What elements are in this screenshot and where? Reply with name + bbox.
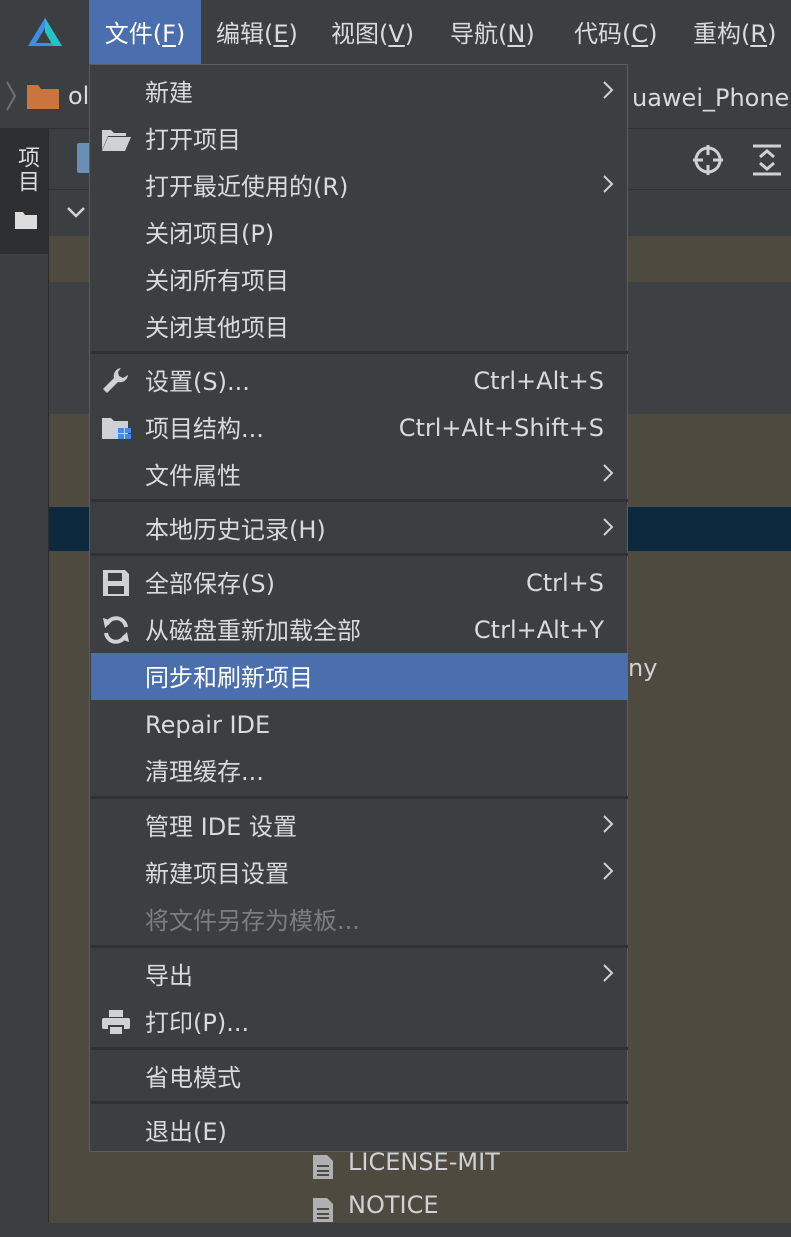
menu-item-settings[interactable]: 设置(S)... Ctrl+Alt+S xyxy=(91,357,628,404)
reload-icon xyxy=(103,616,129,644)
breadcrumb-chevron-icon xyxy=(4,78,18,114)
menu-item-close-other-projects[interactable]: 关闭其他项目 xyxy=(91,303,628,350)
device-selector-text[interactable]: uawei_Phone xyxy=(632,80,789,116)
submenu-arrow-icon xyxy=(603,964,614,982)
folder-icon xyxy=(26,82,60,110)
menu-item-save-as-template: 将文件另存为模板... xyxy=(145,907,360,935)
menu-separator xyxy=(91,499,628,502)
menu-separator xyxy=(91,796,628,799)
menu-item-close-all-projects[interactable]: 关闭所有项目 xyxy=(91,256,628,303)
app-logo-icon[interactable] xyxy=(26,16,64,48)
menu-item-open-project[interactable]: 打开项目 xyxy=(91,115,628,162)
menu-item-close-project[interactable]: 关闭项目(P) xyxy=(91,209,628,256)
file-menu-dropdown: 新建 打开项目 打开最近使用的(R) 关闭项目(P) 关闭所有项目 关闭其他项目… xyxy=(89,64,628,1152)
submenu-arrow-icon xyxy=(603,815,614,833)
menu-item-file-properties[interactable]: 文件属性 xyxy=(91,451,628,498)
left-tool-strip xyxy=(0,128,49,1223)
project-tab-label: 项目 xyxy=(14,146,39,194)
menu-code[interactable]: 代码(C) xyxy=(574,0,658,64)
submenu-arrow-icon xyxy=(603,464,614,482)
menu-item-save-all[interactable]: 全部保存(S) Ctrl+S xyxy=(91,559,628,606)
tree-row-text-partial: ny xyxy=(628,654,658,682)
menu-separator xyxy=(91,945,628,948)
menu-item-reload-from-disk[interactable]: 从磁盘重新加载全部 Ctrl+Alt+Y xyxy=(91,606,628,653)
menu-separator xyxy=(91,1047,628,1050)
submenu-arrow-icon xyxy=(603,81,614,99)
text-file-icon xyxy=(312,1193,334,1222)
submenu-arrow-icon xyxy=(603,175,614,193)
menu-edit[interactable]: 编辑(E) xyxy=(216,0,298,64)
menu-refactor[interactable]: 重构(R) xyxy=(693,0,776,64)
submenu-arrow-icon xyxy=(603,518,614,536)
breadcrumb-folder[interactable]: ol xyxy=(68,78,89,114)
menu-bar: 文件(F) 编辑(E) 视图(V) 导航(N) 代码(C) 重构(R) xyxy=(0,0,791,64)
menu-item-exit[interactable]: 退出(E) xyxy=(91,1107,628,1154)
save-icon xyxy=(103,570,129,596)
menu-item-local-history[interactable]: 本地历史记录(H) xyxy=(91,505,628,552)
menu-item-open-recent[interactable]: 打开最近使用的(R) xyxy=(91,162,628,209)
submenu-arrow-icon xyxy=(603,862,614,880)
project-structure-icon xyxy=(102,418,131,439)
menu-item-new[interactable]: 新建 xyxy=(91,68,628,115)
printer-icon xyxy=(102,1010,130,1036)
menu-separator xyxy=(91,1101,628,1104)
menu-separator xyxy=(91,351,628,354)
project-folder-icon xyxy=(14,210,38,230)
menu-item-print[interactable]: 打印(P)... xyxy=(91,998,628,1045)
menu-item-export[interactable]: 导出 xyxy=(91,951,628,998)
menu-separator xyxy=(91,553,628,556)
menu-item-manage-ide-settings[interactable]: 管理 IDE 设置 xyxy=(91,802,628,849)
menu-view[interactable]: 视图(V) xyxy=(331,0,414,64)
menu-item-project-structure[interactable]: 项目结构... Ctrl+Alt+Shift+S xyxy=(91,404,628,451)
open-folder-icon xyxy=(102,130,131,151)
menu-navigate[interactable]: 导航(N) xyxy=(450,0,535,64)
wrench-icon xyxy=(103,368,128,393)
collapse-all-icon[interactable] xyxy=(751,143,783,177)
menu-item-sync-refresh-project[interactable]: 同步和刷新项目 xyxy=(91,653,628,700)
expand-chevron-icon[interactable] xyxy=(65,202,87,222)
menu-item-power-save-mode[interactable]: 省电模式 xyxy=(91,1053,628,1100)
menu-file[interactable]: 文件(F) xyxy=(89,0,201,64)
menu-item-repair-ide[interactable]: Repair IDE xyxy=(91,700,628,747)
menu-item-new-project-settings[interactable]: 新建项目设置 xyxy=(91,849,628,896)
menu-item-clear-cache[interactable]: 清理缓存... xyxy=(91,747,628,794)
tree-file-notice[interactable]: NOTICE xyxy=(312,1183,439,1227)
locate-file-icon[interactable] xyxy=(691,143,725,177)
